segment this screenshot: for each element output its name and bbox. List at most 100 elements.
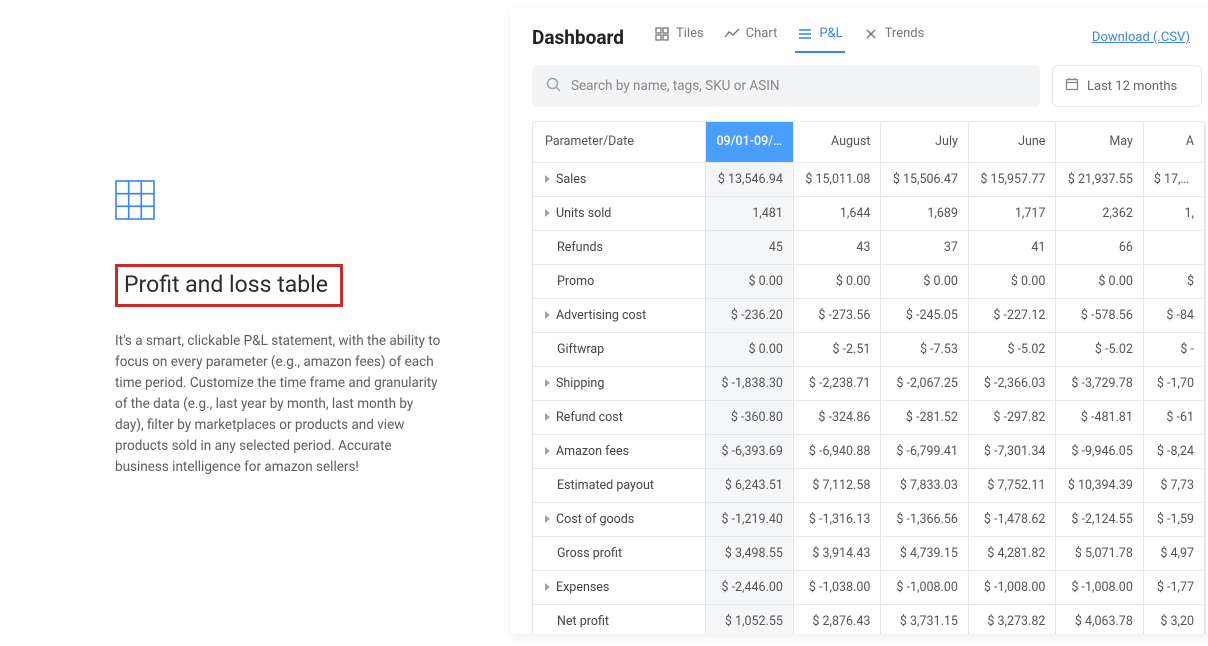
- table-row[interactable]: Refunds4543374166: [533, 230, 1205, 264]
- dashboard-header: Dashboard Tiles Chart: [532, 26, 1208, 49]
- cell-value: $ -1,478.62: [968, 502, 1055, 536]
- cell-value: $ -481.81: [1056, 400, 1143, 434]
- table-row[interactable]: Advertising cost$ -236.20$ -273.56$ -245…: [533, 298, 1205, 332]
- col-month[interactable]: July: [881, 122, 968, 162]
- cell-value: $ 13,546.94: [706, 162, 793, 196]
- expand-caret-icon[interactable]: [545, 583, 550, 591]
- cell-value: $ -2,366.03: [968, 366, 1055, 400]
- cell-value: $ 1,052.55: [706, 604, 793, 634]
- parameter-label[interactable]: Amazon fees: [533, 434, 706, 468]
- download-csv-link[interactable]: Download (.CSV): [1092, 30, 1198, 45]
- cell-value: $ 2,876.43: [793, 604, 880, 634]
- cell-value: $: [1143, 264, 1204, 298]
- cell-value: $ 17,99: [1143, 162, 1204, 196]
- expand-caret-icon[interactable]: [545, 515, 550, 523]
- trends-icon: [863, 27, 879, 41]
- table-row[interactable]: Amazon fees$ -6,393.69$ -6,940.88$ -6,79…: [533, 434, 1205, 468]
- table-row[interactable]: Shipping$ -1,838.30$ -2,238.71$ -2,067.2…: [533, 366, 1205, 400]
- date-range-label: Last 12 months: [1087, 79, 1177, 94]
- search-input[interactable]: Search by name, tags, SKU or ASIN: [532, 65, 1040, 107]
- expand-caret-icon[interactable]: [545, 175, 550, 183]
- expand-caret-icon[interactable]: [545, 413, 550, 421]
- cell-value: $ 3,731.15: [881, 604, 968, 634]
- expand-caret-icon[interactable]: [545, 379, 550, 387]
- date-range-picker[interactable]: Last 12 months: [1052, 65, 1202, 107]
- table-row[interactable]: Sales$ 13,546.94$ 15,011.08$ 15,506.47$ …: [533, 162, 1205, 196]
- cell-value: $ -2,238.71: [793, 366, 880, 400]
- parameter-label[interactable]: Gross profit: [533, 536, 706, 570]
- cell-value: $ -1,77: [1143, 570, 1204, 604]
- cell-value: $ -2,124.55: [1056, 502, 1143, 536]
- cell-value: $ -297.82: [968, 400, 1055, 434]
- parameter-label[interactable]: Giftwrap: [533, 332, 706, 366]
- cell-value: $ 15,957.77: [968, 162, 1055, 196]
- cell-value: $ -1,838.30: [706, 366, 793, 400]
- col-month[interactable]: June: [968, 122, 1055, 162]
- table-row[interactable]: Expenses$ -2,446.00$ -1,038.00$ -1,008.0…: [533, 570, 1205, 604]
- parameter-label[interactable]: Shipping: [533, 366, 706, 400]
- cell-value: $ -6,799.41: [881, 434, 968, 468]
- col-month[interactable]: A: [1143, 122, 1204, 162]
- cell-value: 45: [706, 230, 793, 264]
- feature-description-panel: Profit and loss table It's a smart, clic…: [0, 0, 510, 646]
- col-month[interactable]: August: [793, 122, 880, 162]
- expand-caret-icon[interactable]: [545, 447, 550, 455]
- col-parameter[interactable]: Parameter/Date: [533, 122, 706, 162]
- col-current[interactable]: 09/01-09/29: [706, 122, 793, 162]
- table-row[interactable]: Giftwrap$ 0.00$ -2.51$ -7.53$ -5.02$ -5.…: [533, 332, 1205, 366]
- col-month[interactable]: May: [1056, 122, 1143, 162]
- parameter-label[interactable]: Units sold: [533, 196, 706, 230]
- table-row[interactable]: Estimated payout$ 6,243.51$ 7,112.58$ 7,…: [533, 468, 1205, 502]
- parameter-label[interactable]: Cost of goods: [533, 502, 706, 536]
- cell-value: $ -2.51: [793, 332, 880, 366]
- parameter-label[interactable]: Advertising cost: [533, 298, 706, 332]
- cell-value: $ -3,729.78: [1056, 366, 1143, 400]
- table-row[interactable]: Refund cost$ -360.80$ -324.86$ -281.52$ …: [533, 400, 1205, 434]
- tab-chart[interactable]: Chart: [724, 26, 778, 49]
- cell-value: [1143, 230, 1204, 264]
- cell-value: $ -1,219.40: [706, 502, 793, 536]
- cell-value: $ -2,067.25: [881, 366, 968, 400]
- cell-value: $ 0.00: [881, 264, 968, 298]
- cell-value: $ -7.53: [881, 332, 968, 366]
- tab-trends[interactable]: Trends: [863, 26, 925, 49]
- tab-tiles[interactable]: Tiles: [654, 26, 704, 49]
- tab-pl[interactable]: P&L: [797, 26, 842, 49]
- cell-value: $ 3,273.82: [968, 604, 1055, 634]
- cell-value: 1,717: [968, 196, 1055, 230]
- parameter-label[interactable]: Net profit: [533, 604, 706, 634]
- table-header-row: Parameter/Date 09/01-09/29 August July J…: [533, 122, 1205, 162]
- list-icon: [797, 27, 813, 41]
- expand-caret-icon[interactable]: [545, 311, 550, 319]
- parameter-label[interactable]: Expenses: [533, 570, 706, 604]
- parameter-label[interactable]: Sales: [533, 162, 706, 196]
- table-row[interactable]: Net profit$ 1,052.55$ 2,876.43$ 3,731.15…: [533, 604, 1205, 634]
- cell-value: $ 6,243.51: [706, 468, 793, 502]
- parameter-label[interactable]: Promo: [533, 264, 706, 298]
- parameter-label[interactable]: Estimated payout: [533, 468, 706, 502]
- cell-value: $ -6,393.69: [706, 434, 793, 468]
- cell-value: 43: [793, 230, 880, 264]
- pl-table: Parameter/Date 09/01-09/29 August July J…: [532, 121, 1206, 634]
- table-row[interactable]: Gross profit$ 3,498.55$ 3,914.43$ 4,739.…: [533, 536, 1205, 570]
- table-row[interactable]: Cost of goods$ -1,219.40$ -1,316.13$ -1,…: [533, 502, 1205, 536]
- expand-caret-icon[interactable]: [545, 209, 550, 217]
- table-row[interactable]: Units sold1,4811,6441,6891,7172,3621,: [533, 196, 1205, 230]
- cell-value: $ -1,70: [1143, 366, 1204, 400]
- cell-value: $ 5,071.78: [1056, 536, 1143, 570]
- cell-value: $ -: [1143, 332, 1204, 366]
- table-icon: [115, 180, 155, 220]
- cell-value: $ -84: [1143, 298, 1204, 332]
- cell-value: $ -324.86: [793, 400, 880, 434]
- cell-value: $ 15,506.47: [881, 162, 968, 196]
- cell-value: $ -8,24: [1143, 434, 1204, 468]
- cell-value: $ 7,112.58: [793, 468, 880, 502]
- cell-value: $ -9,946.05: [1056, 434, 1143, 468]
- cell-value: $ 4,063.78: [1056, 604, 1143, 634]
- parameter-label[interactable]: Refunds: [533, 230, 706, 264]
- parameter-label[interactable]: Refund cost: [533, 400, 706, 434]
- feature-title: Profit and loss table: [124, 271, 328, 298]
- cell-value: $ -236.20: [706, 298, 793, 332]
- cell-value: $ 15,011.08: [793, 162, 880, 196]
- table-row[interactable]: Promo$ 0.00$ 0.00$ 0.00$ 0.00$ 0.00$: [533, 264, 1205, 298]
